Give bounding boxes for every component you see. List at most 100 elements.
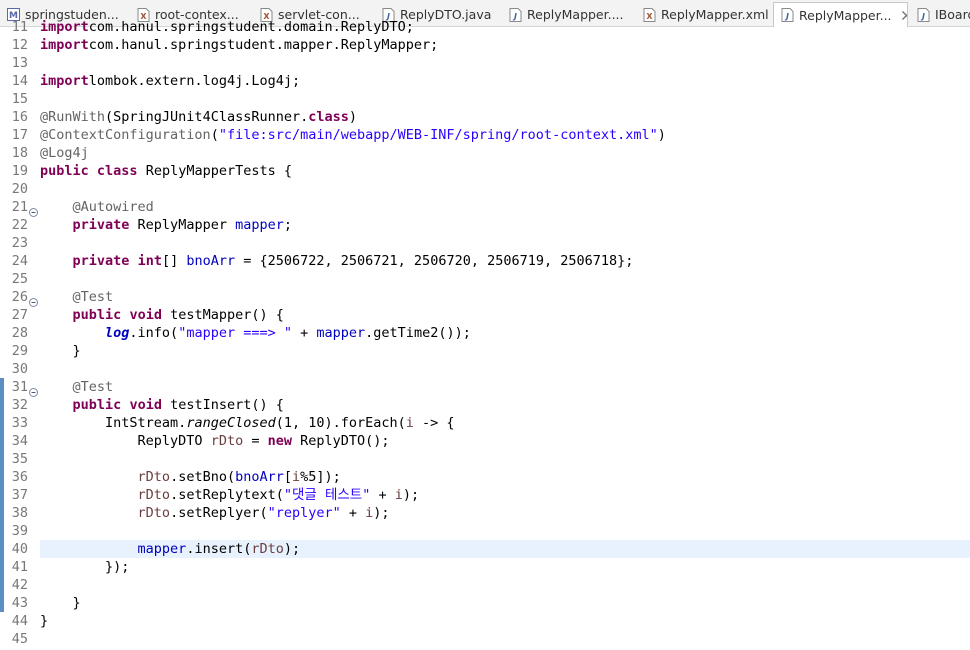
svg-text:X: X [646,12,653,21]
code-line[interactable]: mapper.insert(rDto); [40,540,301,558]
code-token: @Test [72,379,114,395]
code-line[interactable]: } [40,612,48,630]
code-token: i [292,469,301,485]
code-editor[interactable]: 11 importcom.hanul.springstudent.domain.R… [0,19,970,650]
code-line[interactable]: private ReplyMapper mapper; [40,216,293,234]
code-line[interactable]: public void testInsert() { [40,396,284,414]
code-token: import [40,73,89,89]
code-token: mapper [235,217,284,233]
code-line[interactable]: @Test [40,288,114,306]
code-line[interactable]: } [40,594,81,612]
editor-tab[interactable]: J IBoardD [910,3,970,26]
code-token: @Test [72,289,114,305]
fold-toggle-icon[interactable] [29,382,38,397]
code-token: .getTime2()); [365,325,471,341]
code-line[interactable]: importcom.hanul.springstudent.mapper.Rep… [40,36,438,54]
code-token: class [96,163,138,179]
fold-toggle-icon[interactable] [29,292,38,307]
code-token: = {2506722, 2506721, 2506720, 2506719, 2… [235,253,634,269]
line-number: 12 [11,37,28,53]
code-token: @RunWith [40,109,106,125]
line-number: 36 [11,469,28,485]
code-line[interactable]: @Test [40,378,114,396]
line-number: 42 [11,577,28,593]
line-number: 26 [11,289,28,305]
code-token: rDto [137,469,171,485]
code-token: ); [283,541,301,557]
line-number: 18 [11,145,28,161]
code-token: rDto [251,541,284,557]
code-line[interactable]: ReplyDTO rDto = new ReplyDTO(); [40,432,390,450]
java-file-icon: J [916,7,930,22]
xml-icon: X [642,7,656,22]
code-token: + [370,487,395,503]
line-number: 30 [11,361,28,377]
code-token: ReplyMapperTests { [137,163,292,179]
code-line[interactable]: rDto.setReplyer("replyer" + i); [40,504,390,522]
editor-tab-label: IBoardD [935,7,970,22]
line-number: 27 [11,307,28,323]
code-token: import [40,37,89,53]
code-token: class [308,109,349,125]
code-token: .setBno( [170,469,236,485]
code-token: "댓글 테스트" [283,487,371,503]
fold-toggle-icon[interactable] [29,202,38,217]
code-line[interactable]: public void testMapper() { [40,306,284,324]
code-line[interactable]: rDto.setBno(bnoArr[i%5]); [40,468,341,486]
code-token: @Autowired [72,199,154,215]
code-line[interactable]: } [40,342,81,360]
java-file-icon: J [508,7,522,22]
code-line[interactable]: @Autowired [40,198,154,216]
line-number: 45 [11,631,28,647]
code-token: "replyer" [267,505,341,521]
code-token: lombok.extern.log4j.Log4j; [88,73,301,89]
code-token: void [129,307,162,323]
line-number: 15 [11,91,28,107]
code-line[interactable]: @Log4j [40,144,89,162]
code-line[interactable]: @ContextConfiguration("file:src/main/web… [40,126,666,144]
code-line[interactable]: @RunWith(SpringJUnit4ClassRunner.class) [40,108,357,126]
close-tab-icon[interactable] [901,9,907,21]
line-number: 16 [11,109,28,125]
code-token: ); [373,505,390,521]
code-line[interactable]: log.info("mapper ===> " + mapper.getTime… [40,324,471,342]
code-line[interactable]: private int[] bnoArr = {2506722, 2506721… [40,252,634,270]
line-number: 32 [11,397,28,413]
code-token: }); [40,559,130,575]
line-number: 39 [11,523,28,539]
code-token: rDto [210,433,244,449]
code-line[interactable]: importcom.hanul.springstudent.domain.Rep… [40,18,414,36]
line-number: 34 [11,433,28,449]
code-line[interactable]: public class ReplyMapperTests { [40,162,292,180]
editor-tab[interactable]: J ReplyMapper.... [502,3,634,26]
editor-tab[interactable]: J ReplyMapper... [773,2,908,27]
code-token: %5]); [300,469,341,485]
code-line[interactable]: importlombok.extern.log4j.Log4j; [40,72,300,90]
code-token: } [40,613,49,629]
code-line[interactable]: rDto.setReplytext("댓글 테스트" + i); [40,486,420,504]
code-token: [] [161,253,187,269]
code-token: (1, 10).forEach( [275,415,406,431]
code-token: .info( [129,325,179,341]
line-number: 31 [11,379,28,395]
code-line[interactable]: IntStream.rangeClosed(1, 10).forEach(i -… [40,414,455,432]
code-token: @Log4j [40,145,89,161]
code-token: .setReplytext( [170,487,284,503]
line-number: 44 [11,613,28,629]
java-file-icon: J [780,8,794,22]
code-token: import [40,19,89,35]
line-number: 22 [11,217,28,233]
editor-tab-label: ReplyMapper.xml [661,7,769,22]
code-token: rDto [137,487,171,503]
code-token: ; [283,217,293,233]
code-token: ReplyDTO(); [291,433,390,449]
editor-tab[interactable]: X ReplyMapper.xml [636,3,771,26]
code-line[interactable]: }); [40,558,129,576]
